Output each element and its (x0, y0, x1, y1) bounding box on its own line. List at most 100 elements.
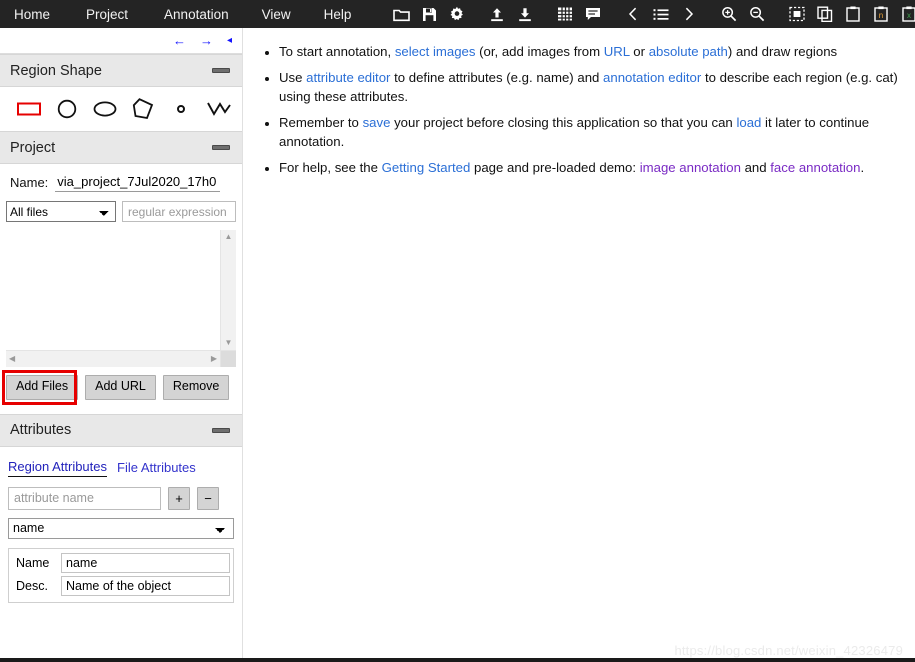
left-sidebar: ← → ◂ Region Shape Project Name: via_pro… (0, 28, 243, 662)
inline-text: To start annotation, (279, 44, 395, 59)
scroll-down-icon[interactable]: ▼ (225, 336, 233, 350)
remove-attribute-button[interactable]: − (197, 486, 219, 510)
collapse-sidebar-arrow[interactable]: ◂ (227, 35, 232, 46)
watermark-text: https://blog.csdn.net/weixin_42326479 (674, 643, 903, 658)
inline-link[interactable]: face annotation (770, 160, 860, 175)
shape-polygon-icon[interactable] (124, 94, 162, 124)
menu-home[interactable]: Home (14, 7, 50, 22)
inline-text: to define attributes (e.g. name) and (390, 70, 604, 85)
comment-icon[interactable] (581, 3, 605, 25)
inline-link[interactable]: annotation editor (603, 70, 701, 85)
zoom-out-icon[interactable] (745, 3, 769, 25)
project-header[interactable]: Project (0, 131, 242, 164)
attributes-header[interactable]: Attributes (0, 413, 242, 447)
inline-link[interactable]: URL (604, 44, 630, 59)
folder-open-icon[interactable] (389, 3, 413, 25)
attribute-select[interactable]: name (8, 517, 234, 539)
gear-icon[interactable] (445, 3, 469, 25)
project-title: Project (10, 139, 56, 156)
region-shape-title: Region Shape (10, 62, 102, 79)
clipboard-icon[interactable] (841, 3, 865, 25)
shape-polyline-icon[interactable] (200, 94, 238, 124)
regex-filter-input[interactable] (122, 201, 236, 222)
attribute-desc-label: Desc. (16, 578, 48, 593)
inline-text: For help, see the (279, 160, 382, 175)
add-attribute-button[interactable]: + (168, 486, 190, 510)
getting-started-list: To start annotation, select images (or, … (261, 42, 899, 177)
scroll-right-icon[interactable]: ▶ (211, 355, 217, 363)
scroll-left-icon[interactable]: ◀ (9, 355, 15, 363)
file-filter-select[interactable]: All files (6, 201, 116, 222)
top-menu-bar: Home Project Annotation View Help n x (0, 0, 915, 28)
add-url-button[interactable]: Add URL (85, 375, 156, 400)
minimize-icon[interactable] (212, 427, 230, 433)
svg-text:x: x (907, 11, 911, 20)
attribute-select-row: name (0, 510, 242, 539)
inline-link[interactable]: save (363, 115, 391, 130)
minimize-icon[interactable] (212, 68, 230, 73)
menu-help[interactable]: Help (324, 7, 352, 22)
tab-region-attributes[interactable]: Region Attributes (8, 459, 108, 477)
menu-annotation[interactable]: Annotation (164, 7, 229, 22)
inline-text: (or, add images from (475, 44, 604, 59)
attribute-name-value-input[interactable] (61, 552, 230, 573)
menu-view[interactable]: View (262, 7, 291, 22)
inline-link[interactable]: attribute editor (306, 70, 390, 85)
select-region-icon[interactable] (785, 3, 809, 25)
file-list-vertical-scrollbar[interactable]: ▲ ▼ (220, 230, 236, 350)
shape-rectangle-icon[interactable] (10, 94, 48, 124)
save-floppy-icon[interactable] (417, 3, 441, 25)
inline-text: ) and draw regions (727, 44, 838, 59)
inline-text: Remember to (279, 115, 363, 130)
clipboard-x-icon[interactable]: x (897, 3, 915, 25)
file-filter-row: All files (0, 198, 242, 222)
list-item: Use attribute editor to define attribute… (279, 68, 899, 106)
inline-text: your project before closing this applica… (390, 115, 737, 130)
add-files-button[interactable]: Add Files (6, 375, 79, 400)
tab-file-attributes[interactable]: File Attributes (117, 460, 196, 477)
shape-circle-icon[interactable] (48, 94, 86, 124)
attribute-name-input[interactable] (8, 486, 161, 510)
inline-text: and (740, 160, 771, 175)
project-name-label: Name: (10, 175, 49, 190)
list-item: Remember to save your project before clo… (279, 113, 899, 151)
attributes-title: Attributes (10, 422, 72, 439)
upload-icon[interactable] (485, 3, 509, 25)
menu-project[interactable]: Project (86, 7, 128, 22)
main-menu: Home Project Annotation View Help (0, 7, 387, 22)
attribute-desc-value-input[interactable] (61, 575, 230, 596)
list-item: To start annotation, select images (or, … (279, 42, 899, 61)
chevron-left-icon[interactable] (621, 3, 645, 25)
file-action-buttons: Add Files Add URL Remove (0, 367, 242, 405)
inline-link[interactable]: image annotation (640, 160, 741, 175)
chevron-right-icon[interactable] (677, 3, 701, 25)
zoom-in-icon[interactable] (717, 3, 741, 25)
minimize-icon[interactable] (212, 145, 230, 150)
inline-text: Use (279, 70, 307, 85)
inline-link[interactable]: absolute path (649, 44, 728, 59)
svg-text:n: n (879, 11, 883, 20)
grid-icon[interactable] (553, 3, 577, 25)
region-shape-header[interactable]: Region Shape (0, 54, 242, 87)
scroll-up-icon[interactable]: ▲ (225, 230, 233, 244)
shape-ellipse-icon[interactable] (86, 94, 124, 124)
inline-text: . (860, 160, 865, 175)
shape-point-icon[interactable] (162, 94, 200, 124)
file-list-horizontal-scrollbar[interactable]: ◀ ▶ (6, 350, 220, 367)
scrollbar-corner (220, 350, 236, 367)
inline-link[interactable]: load (736, 115, 761, 130)
list-icon[interactable] (649, 3, 673, 25)
inline-link[interactable]: select images (395, 44, 476, 59)
download-icon[interactable] (513, 3, 537, 25)
prev-image-arrow[interactable]: ← (173, 34, 186, 47)
remove-files-button[interactable]: Remove (162, 375, 230, 400)
project-name-input[interactable] (55, 173, 221, 192)
list-item: For help, see the Getting Started page a… (279, 158, 899, 177)
clipboard-n-icon[interactable]: n (869, 3, 893, 25)
attribute-name-label: Name (16, 555, 50, 570)
inline-link[interactable]: Getting Started (382, 160, 471, 175)
next-image-arrow[interactable]: → (200, 34, 213, 47)
copy-icon[interactable] (813, 3, 837, 25)
attributes-tabs: Region Attributes File Attributes (0, 447, 242, 477)
file-list[interactable] (6, 230, 220, 350)
